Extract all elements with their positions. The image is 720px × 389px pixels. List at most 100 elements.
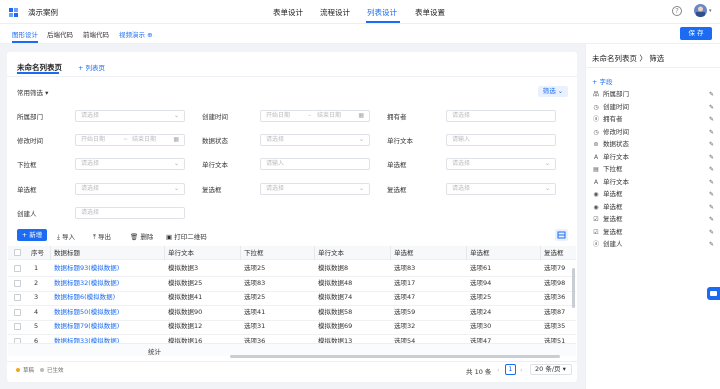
row-checkbox[interactable] (14, 308, 21, 316)
pin-icon[interactable]: ✎ (709, 127, 714, 138)
table-cell: 选项87 (544, 307, 566, 316)
pin-icon[interactable]: ✎ (709, 89, 714, 100)
data-title-link[interactable]: 数据标题79(模拟数据) (54, 320, 164, 333)
grid-view-icon[interactable] (555, 229, 568, 241)
filter-field-item[interactable]: ⊜ 数据状态 ✎ (592, 139, 714, 150)
column-header-row-index[interactable]: 序号 (31, 247, 51, 260)
filter-field-item[interactable]: ☑ 复选框 ✎ (592, 214, 714, 225)
filter-field-item[interactable]: ▤ 下拉框 ✎ (592, 164, 714, 175)
checkbox-select-2[interactable]: 请选择 ⌄ (446, 183, 556, 195)
pin-icon[interactable]: ✎ (709, 177, 714, 188)
column-header-text-col[interactable]: 单行文本 (168, 247, 240, 260)
pin-icon[interactable]: ✎ (709, 139, 714, 150)
filter-field-item[interactable]: A 单行文本 ✎ (592, 177, 714, 188)
filter-field-item[interactable]: ⓐ 拥有者 ✎ (592, 114, 714, 125)
new-record-button[interactable]: + 新增 (17, 229, 47, 241)
help-icon[interactable]: ? (672, 6, 682, 16)
delete-button[interactable]: 🗑︎ 删除 (130, 231, 153, 241)
dropdown-select[interactable]: 请选择 ⌄ (75, 158, 185, 170)
row-checkbox[interactable] (14, 265, 21, 272)
data-title-link[interactable]: 数据标题93(模拟数据) (54, 262, 164, 275)
tab-process-design[interactable]: 流程设计 (320, 7, 350, 18)
filter-field-item[interactable]: A 单行文本 ✎ (592, 152, 714, 163)
pin-icon[interactable]: ✎ (709, 214, 714, 225)
filter-field-label: 创建时间 (603, 102, 629, 111)
column-header-checkbox-col[interactable]: 复选框 (544, 247, 576, 260)
save-button[interactable]: 保 存 (680, 27, 712, 40)
filter-field-item[interactable]: ◷ 创建时间 ✎ (592, 102, 714, 113)
data-title-link[interactable]: 数据标题6(模拟数据) (54, 291, 164, 304)
column-header-text-col-2[interactable]: 单行文本 (318, 247, 390, 260)
table-cell: 选项25 (244, 264, 266, 272)
pin-icon[interactable]: ✎ (709, 114, 714, 125)
filter-field-item[interactable]: ☑ 复选框 ✎ (592, 227, 714, 238)
row-checkbox[interactable] (14, 294, 21, 301)
chevron-down-icon: ⌄ (544, 185, 550, 192)
radio-select[interactable]: 请选择 ⌄ (446, 158, 556, 170)
chevron-down-icon[interactable]: ▾ (709, 8, 712, 14)
pin-icon[interactable]: ✎ (709, 102, 714, 113)
table-cell: 选项83 (244, 278, 266, 287)
tab-form-settings[interactable]: 表单设置 (415, 7, 445, 18)
pin-icon[interactable]: ✎ (709, 239, 714, 250)
pin-icon[interactable]: ✎ (709, 189, 714, 200)
add-field-button[interactable]: + 字段 (592, 76, 613, 86)
created-date-range[interactable]: 开始日期 – 结束日期 ▦ (260, 110, 370, 122)
row-checkbox[interactable] (14, 323, 21, 330)
import-button[interactable]: ⤓ 导入 (57, 231, 75, 242)
vertical-scrollbar[interactable] (572, 268, 575, 308)
filter-field-label: 下拉框 (603, 165, 623, 173)
dept-select[interactable]: 请选择 ⌄ (75, 110, 185, 122)
tab-form-design[interactable]: 表单设计 (273, 7, 303, 18)
column-header-data-title[interactable]: 数据标题 (54, 247, 164, 260)
chevron-down-icon: ⌄ (544, 160, 550, 167)
column-header-radio-col[interactable]: 单选框 (394, 247, 466, 260)
common-filter-dropdown[interactable]: 常用筛选 ▾ (17, 87, 48, 97)
data-title-link[interactable]: 数据标题50(模拟数据) (54, 306, 164, 319)
radio-select-2[interactable]: 请选择 ⌄ (75, 183, 185, 195)
horizontal-scrollbar[interactable] (230, 355, 560, 358)
tab-frontend-code[interactable]: 前端代码 (83, 29, 109, 39)
text-input-2[interactable]: 请输入 (260, 158, 370, 170)
next-page-button[interactable]: › (520, 366, 523, 374)
filter-field-item[interactable]: ◷ 修改时间 ✎ (592, 127, 714, 138)
text-input[interactable]: 请输入 (446, 134, 556, 146)
add-list-page-button[interactable]: + 列表页 (78, 62, 105, 72)
chat-icon[interactable] (707, 287, 720, 300)
tab-graphic-design[interactable]: 图形设计 (12, 29, 38, 39)
filter-button[interactable]: 筛选 ⌄ (538, 86, 568, 97)
tab-video-demo[interactable]: 视频演示 ⊕ (119, 29, 153, 39)
column-header-radio-col-2[interactable]: 单选框 (470, 247, 542, 260)
select-all-checkbox[interactable] (14, 249, 21, 256)
pin-icon[interactable]: ✎ (709, 202, 714, 213)
filter-field-item[interactable]: ◉ 单选框 ✎ (592, 189, 714, 200)
column-header-dropdown-col[interactable]: 下拉框 (244, 247, 314, 260)
pin-icon[interactable]: ✎ (709, 227, 714, 238)
total-count: 共 10 条 (466, 368, 492, 376)
status-select[interactable]: 请选择 ⌄ (260, 134, 370, 146)
data-title-link[interactable]: 数据标题32(模拟数据) (54, 277, 164, 290)
chevron-down-icon: ⌄ (173, 185, 179, 192)
tab-backend-code[interactable]: 后端代码 (47, 29, 73, 39)
filter-field-item[interactable]: 品所属部门 ✎ (592, 89, 714, 100)
pin-icon[interactable]: ✎ (709, 164, 714, 175)
page-size-select[interactable]: 20 条/页 ▾ (530, 364, 572, 375)
creator-select[interactable]: 请选择 (75, 207, 185, 219)
filter-field-item[interactable]: ◉ 单选框 ✎ (592, 202, 714, 213)
table-cell: 模拟数据90 (168, 307, 203, 316)
filter-field-item[interactable]: ⓐ 创建人 ✎ (592, 239, 714, 250)
modified-date-range[interactable]: 开始日期 ~ 结束日期 ▦ (75, 134, 185, 146)
row-checkbox[interactable] (14, 279, 21, 287)
prev-page-button[interactable]: ‹ (497, 366, 500, 374)
export-button[interactable]: ⤒ 导出 (93, 231, 111, 242)
avatar[interactable] (694, 4, 707, 17)
checkbox-select[interactable]: 请选择 ⌄ (260, 183, 370, 195)
filter-field-label: 所属部门 (603, 90, 629, 98)
tab-list-design[interactable]: 列表设计 (367, 7, 397, 18)
print-qrcode-button[interactable]: ▣ 打印二维码 (166, 231, 207, 241)
filter-field-label: 单选框 (603, 190, 623, 198)
owner-select[interactable]: 请选择 (446, 110, 556, 122)
current-page[interactable]: 1 (505, 364, 516, 375)
pin-icon[interactable]: ✎ (709, 152, 714, 163)
chevron-down-icon: ⌄ (173, 160, 179, 167)
